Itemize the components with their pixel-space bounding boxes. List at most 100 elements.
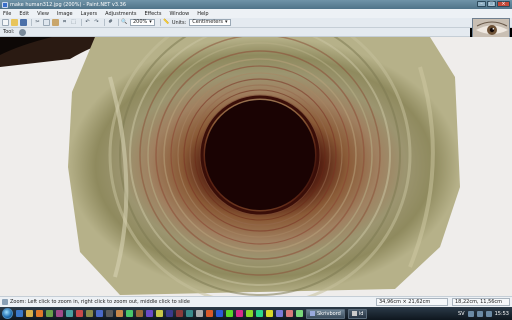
window-controls: – □ × (477, 1, 510, 7)
app-icon[interactable] (116, 310, 123, 317)
zoom-select[interactable]: 200% ▾ (130, 19, 155, 26)
image-canvas[interactable] (0, 37, 512, 296)
app-icon[interactable] (156, 310, 163, 317)
crop-icon[interactable]: ⌗ (61, 19, 68, 26)
menu-adjustments[interactable]: Adjustments (105, 11, 136, 17)
clock[interactable]: 15:53 (495, 311, 509, 317)
window-title: make human312.jpg (200%) - Paint.NET v3.… (10, 1, 126, 8)
tool-label: Tool: (3, 29, 15, 35)
maximize-button[interactable]: □ (487, 1, 496, 7)
chevron-down-icon: ▾ (149, 19, 152, 25)
app-icon[interactable] (236, 310, 243, 317)
pupil-center (205, 100, 315, 210)
undo-icon[interactable]: ↶ (84, 19, 91, 26)
folder-icon[interactable] (26, 310, 33, 317)
grid-icon[interactable]: # (107, 19, 114, 26)
toolbar-separator (118, 19, 119, 26)
menu-bar: File Edit View Image Layers Adjustments … (0, 9, 512, 18)
redo-icon[interactable]: ↷ (93, 19, 100, 26)
menu-edit[interactable]: Edit (19, 11, 29, 17)
app-icon[interactable] (206, 310, 213, 317)
save-icon[interactable] (20, 19, 27, 26)
browser-icon[interactable] (16, 310, 23, 317)
menu-help[interactable]: Help (197, 11, 208, 17)
app-icon[interactable] (256, 310, 263, 317)
image-thumbnail[interactable] (472, 18, 510, 39)
copy-icon[interactable] (43, 19, 50, 26)
app-icon[interactable] (136, 310, 143, 317)
eye-thumbnail-image (473, 19, 509, 38)
main-toolbar: ✂ ⌗ ⬚ ↶ ↷ # 🔍 200% ▾ 📏 Units: Centimeter… (0, 18, 512, 28)
units-value: Centimeters (192, 19, 224, 25)
menu-image[interactable]: Image (57, 11, 73, 17)
app-icon[interactable] (66, 310, 73, 317)
menu-layers[interactable]: Layers (81, 11, 98, 17)
app-icon[interactable] (56, 310, 63, 317)
taskbar-button-id[interactable]: id (347, 308, 368, 319)
zoom-icon[interactable]: 🔍 (121, 19, 128, 26)
media-icon[interactable] (36, 310, 43, 317)
app-icon[interactable] (46, 310, 53, 317)
app-icon[interactable] (216, 310, 223, 317)
menu-file[interactable]: File (3, 11, 11, 17)
app-icon[interactable] (126, 310, 133, 317)
deselect-icon[interactable]: ⬚ (70, 19, 77, 26)
app-icon[interactable] (276, 310, 283, 317)
app-icon[interactable] (76, 310, 83, 317)
cursor-position-readout: 18,22cm, 11,56cm (452, 298, 510, 306)
new-file-icon[interactable] (2, 19, 9, 26)
cursor-position-text: 18,22cm, 11,56cm (455, 299, 503, 305)
app-icon[interactable] (146, 310, 153, 317)
tool-options-bar: Tool: (0, 28, 470, 37)
app-icon[interactable] (196, 310, 203, 317)
minimize-button[interactable]: – (477, 1, 486, 7)
twirled-eye-image (0, 37, 512, 296)
taskbar: Skrivbord id SV 15:53 (0, 307, 512, 320)
language-indicator[interactable]: SV (458, 311, 465, 317)
toolbar-separator (81, 19, 82, 26)
menu-window[interactable]: Window (169, 11, 189, 17)
paintnet-app-icon[interactable] (2, 1, 8, 8)
zoom-tool-icon (2, 299, 8, 305)
image-size-text: 34,96cm × 21,62cm (379, 299, 431, 305)
paste-icon[interactable] (52, 19, 59, 26)
app-icon[interactable] (296, 310, 303, 317)
toolbar-separator (31, 19, 32, 26)
app-icon[interactable] (166, 310, 173, 317)
network-icon[interactable] (467, 310, 474, 317)
units-select[interactable]: Centimeters ▾ (189, 19, 231, 26)
window-icon (351, 311, 357, 316)
status-hint: Zoom: Left click to zoom in, right click… (10, 299, 190, 305)
tool-selector-icon[interactable] (19, 28, 27, 36)
title-bar: make human312.jpg (200%) - Paint.NET v3.… (0, 0, 512, 9)
zoom-value: 200% (133, 19, 148, 25)
app-icon[interactable] (226, 310, 233, 317)
taskbar-button-label: Skrivbord (317, 310, 341, 317)
app-icon[interactable] (266, 310, 273, 317)
units-label: Units: (171, 19, 187, 26)
app-icon[interactable] (246, 310, 253, 317)
chevron-down-icon: ▾ (225, 19, 228, 25)
system-tray: SV 15:53 (458, 307, 512, 320)
security-icon[interactable] (485, 310, 492, 317)
menu-view[interactable]: View (37, 11, 49, 17)
app-icon[interactable] (96, 310, 103, 317)
app-icon[interactable] (176, 310, 183, 317)
volume-icon[interactable] (476, 310, 483, 317)
desktop-icon (310, 311, 315, 316)
start-button[interactable] (2, 308, 13, 319)
toolbar-separator (104, 19, 105, 26)
close-button[interactable]: × (497, 1, 510, 7)
toolbar-separator (159, 19, 161, 26)
app-icon[interactable] (106, 310, 113, 317)
taskbar-button-label: id (358, 310, 364, 317)
taskbar-button-desktop[interactable]: Skrivbord (306, 308, 345, 319)
app-icon[interactable] (86, 310, 93, 317)
ruler-icon[interactable]: 📏 (163, 19, 170, 26)
app-icon[interactable] (186, 310, 193, 317)
open-folder-icon[interactable] (11, 19, 18, 26)
cut-icon[interactable]: ✂ (34, 19, 41, 26)
app-icon[interactable] (286, 310, 293, 317)
menu-effects[interactable]: Effects (144, 11, 161, 17)
image-size-readout: 34,96cm × 21,62cm (376, 298, 448, 306)
